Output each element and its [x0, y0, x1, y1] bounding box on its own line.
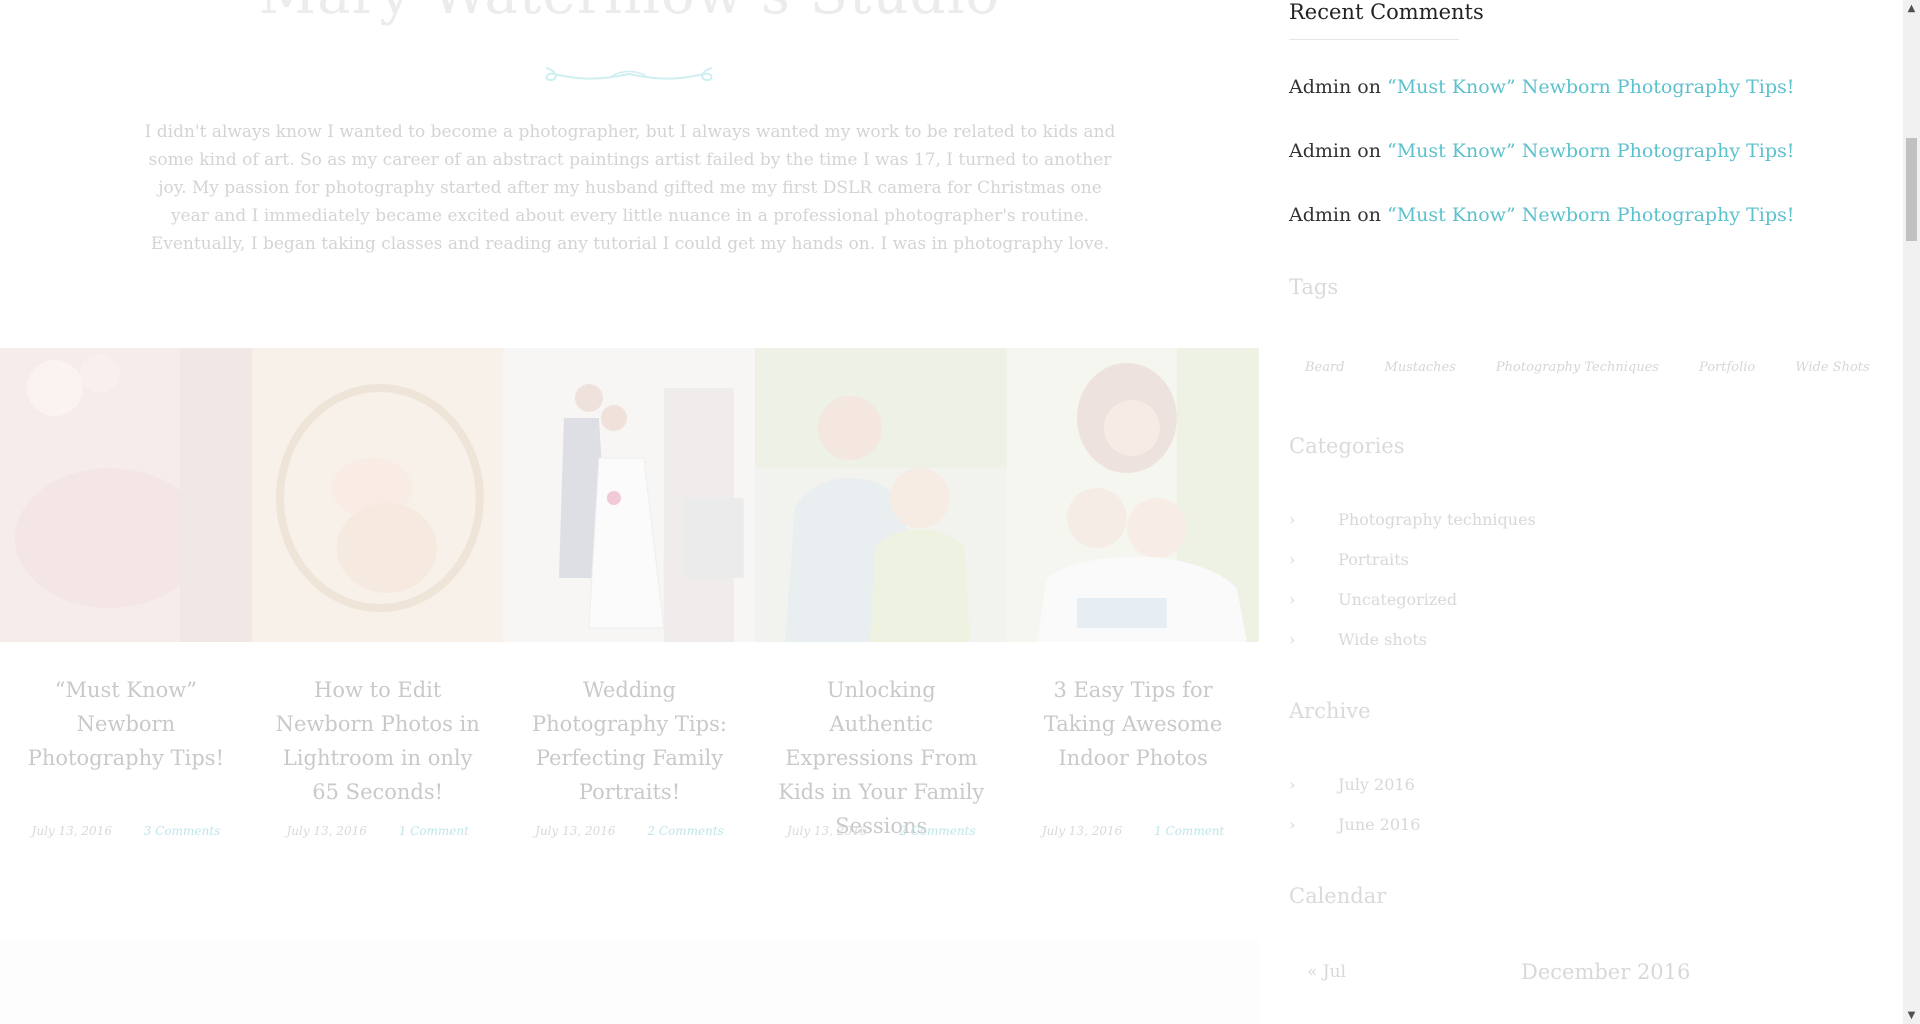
scrollbar-thumb[interactable] [1906, 138, 1917, 241]
post-title[interactable]: How to Edit Newborn Photos in Lightroom … [272, 673, 484, 809]
comment-author: Admin [1289, 204, 1352, 226]
category-item[interactable]: › Wide shots [1289, 630, 1427, 649]
chevron-right-icon: › [1289, 815, 1296, 834]
post-date[interactable]: July 13, 2016 [32, 824, 112, 838]
footer-band [0, 940, 1259, 1024]
chevron-right-icon: › [1289, 510, 1296, 529]
recent-comment-item: Admin on “Must Know” Newborn Photography… [1289, 76, 1794, 98]
post-date[interactable]: July 13, 2016 [1042, 824, 1122, 838]
archive-link[interactable]: July 2016 [1338, 775, 1415, 794]
recent-comment-item: Admin on “Must Know” Newborn Photography… [1289, 140, 1794, 162]
post-title[interactable]: Wedding Photography Tips: Perfecting Fam… [524, 673, 736, 809]
tag-cloud: Beard Mustaches Photography Techniques P… [1289, 356, 1886, 379]
category-link[interactable]: Wide shots [1338, 630, 1427, 649]
post-title[interactable]: 3 Easy Tips for Taking Awesome Indoor Ph… [1027, 673, 1239, 775]
flourish-ornament-icon [545, 67, 713, 82]
chevron-right-icon: › [1289, 550, 1296, 569]
recent-comment-item: Admin on “Must Know” Newborn Photography… [1289, 204, 1794, 226]
category-link[interactable]: Uncategorized [1338, 590, 1457, 609]
title-underline [1289, 39, 1459, 40]
post-meta: July 13, 2016 2 Comments [755, 824, 1007, 838]
chevron-right-icon: › [1289, 590, 1296, 609]
post-comments-link[interactable]: 3 Comments [144, 824, 220, 838]
post-comments-link[interactable]: 2 Comments [647, 824, 723, 838]
category-item[interactable]: › Uncategorized [1289, 590, 1457, 609]
post-meta: July 13, 2016 1 Comment [252, 824, 504, 838]
comment-author: Admin [1289, 76, 1352, 98]
post-comments-link[interactable]: 1 Comment [399, 824, 469, 838]
comment-author: Admin [1289, 140, 1352, 162]
post-date[interactable]: July 13, 2016 [535, 824, 615, 838]
tag-link[interactable]: Wide Shots [1779, 356, 1885, 379]
scroll-down-icon[interactable]: ▼ [1903, 1007, 1920, 1024]
comment-post-link[interactable]: “Must Know” Newborn Photography Tips! [1387, 140, 1794, 162]
post-thumbnail[interactable] [251, 348, 504, 642]
post-meta: July 13, 2016 1 Comment [1007, 824, 1259, 838]
comment-post-link[interactable]: “Must Know” Newborn Photography Tips! [1387, 204, 1794, 226]
calendar-title: Calendar [1289, 884, 1387, 908]
tag-link[interactable]: Beard [1289, 356, 1361, 379]
sidebar: Recent Comments Admin on “Must Know” New… [1289, 0, 1870, 1024]
post-card[interactable]: 3 Easy Tips for Taking Awesome Indoor Ph… [1007, 348, 1259, 838]
post-card[interactable]: Wedding Photography Tips: Perfecting Fam… [503, 348, 756, 838]
post-card[interactable]: Unlocking Authentic Expressions From Kid… [755, 348, 1008, 838]
post-thumbnail[interactable] [0, 348, 252, 642]
archive-item[interactable]: › July 2016 [1289, 775, 1415, 794]
post-thumbnail[interactable] [503, 348, 756, 642]
main-content: Mary Waterlilow's Studio I didn't always… [0, 0, 1259, 1024]
post-date[interactable]: July 13, 2016 [787, 824, 867, 838]
post-date[interactable]: July 13, 2016 [286, 824, 366, 838]
categories-title: Categories [1289, 434, 1405, 458]
archive-title: Archive [1289, 699, 1371, 723]
chevron-right-icon: › [1289, 630, 1296, 649]
archive-item[interactable]: › June 2016 [1289, 815, 1420, 834]
post-card[interactable]: “Must Know” Newborn Photography Tips! Ju… [0, 348, 252, 838]
category-item[interactable]: › Portraits [1289, 550, 1409, 569]
post-thumbnail[interactable] [755, 348, 1008, 642]
comment-post-link[interactable]: “Must Know” Newborn Photography Tips! [1387, 76, 1794, 98]
post-comments-link[interactable]: 1 Comment [1154, 824, 1224, 838]
recent-comments-title: Recent Comments [1289, 0, 1484, 24]
scroll-up-icon[interactable]: ▲ [1903, 0, 1920, 17]
comment-on: on [1357, 140, 1381, 162]
tag-link[interactable]: Mustaches [1369, 356, 1472, 379]
comment-on: on [1357, 76, 1381, 98]
archive-link[interactable]: June 2016 [1338, 815, 1420, 834]
post-comments-link[interactable]: 2 Comments [899, 824, 975, 838]
category-item[interactable]: › Photography techniques [1289, 510, 1536, 529]
post-meta: July 13, 2016 2 Comments [504, 824, 756, 838]
post-card[interactable]: How to Edit Newborn Photos in Lightroom … [251, 348, 504, 838]
tags-title: Tags [1289, 275, 1339, 299]
calendar-prev-link[interactable]: « Jul [1307, 962, 1346, 982]
post-title[interactable]: “Must Know” Newborn Photography Tips! [20, 673, 232, 775]
bio-text: I didn't always know I wanted to become … [144, 122, 1116, 254]
chevron-right-icon: › [1289, 775, 1296, 794]
post-grid: “Must Know” Newborn Photography Tips! Ju… [0, 348, 1259, 838]
post-title[interactable]: Unlocking Authentic Expressions From Kid… [775, 673, 987, 843]
category-link[interactable]: Portraits [1338, 550, 1409, 569]
tag-link[interactable]: Photography Techniques [1480, 356, 1675, 379]
calendar-month: December 2016 [1521, 960, 1691, 984]
tag-link[interactable]: Portfolio [1683, 356, 1771, 379]
category-link[interactable]: Photography techniques [1338, 510, 1536, 529]
page-title: Mary Waterlilow's Studio [0, 0, 1259, 27]
comment-on: on [1357, 204, 1381, 226]
post-thumbnail[interactable] [1007, 348, 1259, 642]
page-scrollbar[interactable]: ▲ ▼ [1903, 0, 1920, 1024]
post-meta: July 13, 2016 3 Comments [0, 824, 252, 838]
